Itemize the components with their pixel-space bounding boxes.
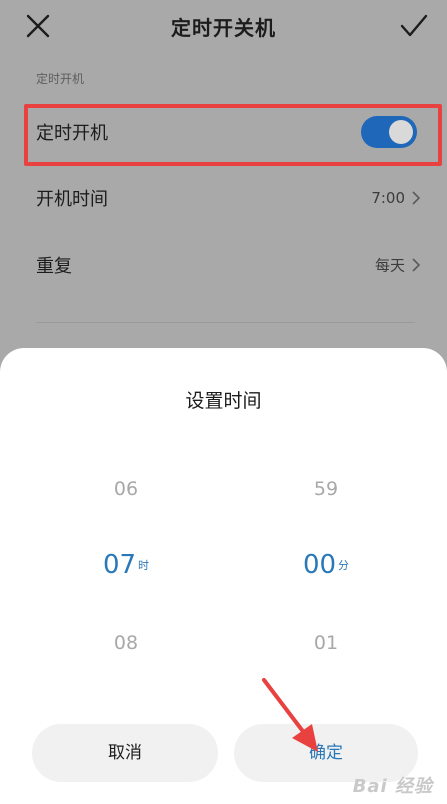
check-icon[interactable]: [399, 12, 429, 40]
section-label: 定时开机: [36, 72, 85, 86]
chevron-right-icon: [412, 191, 421, 205]
highlight-box: [24, 104, 442, 166]
cancel-button[interactable]: 取消: [32, 724, 218, 782]
divider: [36, 322, 415, 323]
hour-unit: 时: [138, 559, 150, 572]
minute-prev[interactable]: 59: [266, 478, 386, 500]
page-title: 定时开关机: [171, 16, 276, 40]
time-picker-sheet: 设置时间 06 07 时 08 59 00 分 01 取消 确定: [0, 348, 447, 804]
minute-selected[interactable]: 00 分: [266, 550, 386, 580]
minute-unit: 分: [338, 559, 350, 572]
repeat-label: 重复: [36, 256, 72, 277]
hour-selected[interactable]: 07 时: [66, 550, 186, 580]
sheet-title: 设置时间: [185, 390, 262, 412]
minute-selected-value: 00: [302, 550, 337, 580]
hour-prev[interactable]: 06: [66, 478, 186, 500]
hour-selected-value: 07: [102, 550, 137, 580]
repeat-row[interactable]: 重复 每天: [0, 235, 447, 295]
chevron-right-icon: [412, 258, 421, 272]
screen: 定时开关机 定时开机 定时开机 开机时间 7:00 重复 每天 设置时间 06 …: [0, 0, 447, 804]
boot-time-label: 开机时间: [36, 189, 108, 210]
minute-next[interactable]: 01: [266, 632, 386, 654]
boot-time-row[interactable]: 开机时间 7:00: [0, 168, 447, 228]
hour-next[interactable]: 08: [66, 632, 186, 654]
pointer-arrow-icon: [262, 678, 318, 752]
watermark: Bai 经验: [352, 776, 433, 797]
repeat-value: 每天: [374, 256, 405, 275]
boot-time-value: 7:00: [371, 189, 405, 207]
header: 定时开关机: [0, 0, 447, 52]
